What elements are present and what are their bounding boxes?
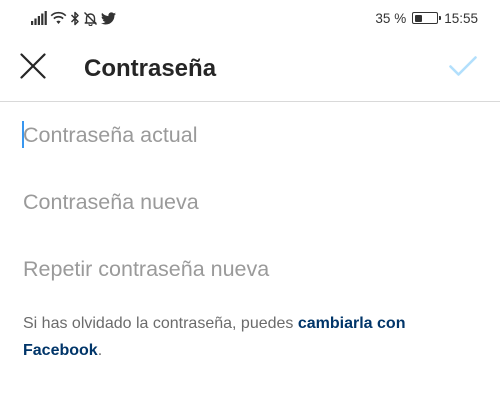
- new-password-field[interactable]: [23, 184, 483, 220]
- help-text-suffix: .: [97, 342, 103, 359]
- page-title: Contraseña: [84, 55, 217, 82]
- close-button[interactable]: [10, 45, 56, 91]
- status-bar: 35 % 15:55: [0, 0, 500, 36]
- mute-icon: [83, 11, 98, 26]
- current-password-input[interactable]: [23, 117, 483, 153]
- help-text-prefix: Si has olvidado la contraseña, puedes: [23, 315, 298, 332]
- confirm-button[interactable]: [440, 45, 486, 91]
- top-app-bar: Contraseña: [0, 36, 500, 102]
- battery-percent: 35 %: [375, 10, 407, 26]
- repeat-password-field[interactable]: [23, 251, 483, 287]
- close-icon: [20, 52, 46, 84]
- battery-icon: [412, 12, 442, 24]
- checkmark-icon: [449, 55, 477, 82]
- current-password-field[interactable]: [22, 117, 483, 153]
- battery-level: [414, 14, 422, 22]
- bluetooth-icon: [70, 11, 80, 26]
- wifi-icon: [50, 11, 67, 25]
- text-caret: [22, 121, 24, 148]
- status-right: 35 % 15:55: [375, 9, 478, 27]
- repeat-password-input[interactable]: [23, 251, 483, 287]
- battery-nub: [438, 16, 442, 20]
- signal-icon: [31, 11, 47, 25]
- clock: 15:55: [444, 10, 478, 26]
- new-password-input[interactable]: [23, 184, 483, 220]
- status-icons: [31, 9, 116, 27]
- twitter-icon: [101, 11, 116, 25]
- forgot-password-help: Si has olvidado la contraseña, puedes ca…: [23, 310, 463, 364]
